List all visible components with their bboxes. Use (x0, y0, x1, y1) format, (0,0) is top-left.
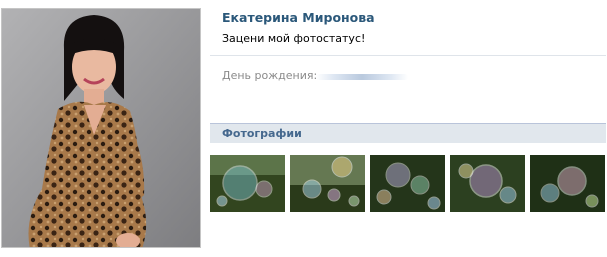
profile-photo[interactable] (1, 8, 201, 248)
birthday-value-blurred (316, 74, 408, 80)
photo-thumbnail-2[interactable] (290, 155, 365, 212)
photos-header-label[interactable]: Фотографии (222, 127, 302, 140)
photo-thumbnail-1[interactable] (210, 155, 285, 212)
divider (210, 55, 606, 56)
birthday-label: День рождения: (222, 69, 318, 82)
photos-strip (210, 155, 606, 213)
photo-thumbnail-5[interactable] (530, 155, 605, 212)
photos-section-header[interactable]: Фотографии (210, 123, 606, 143)
photo-thumbnail-4[interactable] (450, 155, 525, 212)
profile-status[interactable]: Зацени мой фотостатус! (222, 32, 365, 45)
photo-thumbnail-3[interactable] (370, 155, 445, 212)
profile-name[interactable]: Екатерина Миронова (222, 10, 375, 25)
